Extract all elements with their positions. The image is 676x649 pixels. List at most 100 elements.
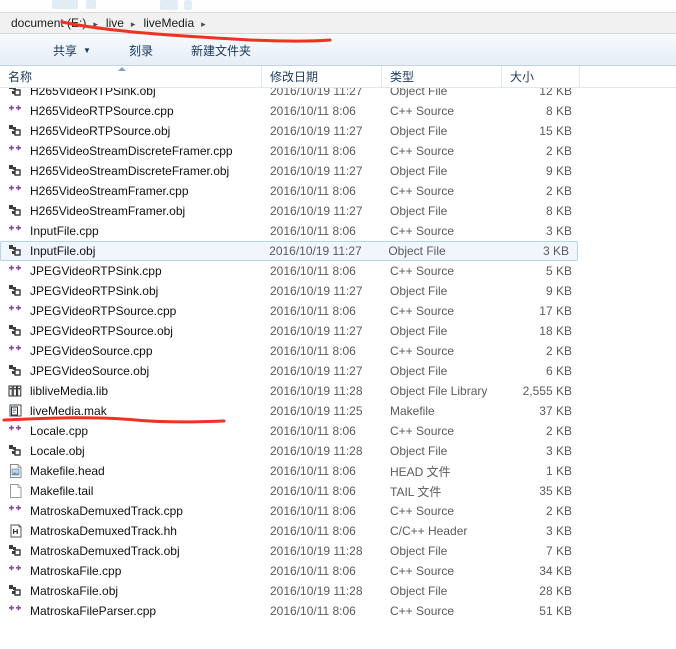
file-row[interactable]: libliveMedia.lib 2016/10/19 11:28 Object F…	[0, 381, 676, 401]
file-name-cell[interactable]: H265VideoStreamDiscreteFramer.obj	[0, 163, 262, 179]
file-name-cell[interactable]: JPEGVideoSource.cpp	[0, 343, 262, 359]
file-name-cell[interactable]: JPEGVideoSource.obj	[0, 363, 262, 379]
file-name-cell[interactable]: MatroskaFile.cpp	[0, 563, 262, 579]
file-name-label: H265VideoRTPSink.obj	[30, 88, 156, 98]
file-name-cell[interactable]: Makefile.tail	[0, 483, 262, 499]
file-date-cell: 2016/10/19 11:27	[269, 244, 362, 258]
column-header-size[interactable]: 大小	[502, 66, 580, 88]
chevron-down-icon[interactable]: ▼	[83, 47, 91, 55]
chevron-right-icon[interactable]: ▸	[201, 19, 206, 29]
file-row[interactable]: MatroskaFileParser.cpp 2016/10/11 8:06 C++…	[0, 601, 676, 621]
file-date-cell: 2016/10/19 11:28	[270, 384, 363, 398]
file-row[interactable]: JPEGVideoRTPSink.cpp 2016/10/11 8:06 C++ S…	[0, 261, 676, 281]
file-name-cell[interactable]: liveMedia.mak	[0, 403, 262, 419]
file-row[interactable]: Makefile.head 2016/10/11 8:06 HEAD 文件 1 KB	[0, 461, 676, 481]
chevron-right-icon[interactable]: ▸	[93, 19, 98, 29]
file-row[interactable]: MatroskaDemuxedTrack.obj 2016/10/19 11:28…	[0, 541, 676, 561]
file-type-cell: Object File	[390, 124, 448, 138]
file-row[interactable]: MatroskaDemuxedTrack.hh 2016/10/11 8:06 C/…	[0, 521, 676, 541]
file-name-cell[interactable]: JPEGVideoRTPSource.cpp	[0, 303, 262, 319]
blank-document-icon	[8, 483, 24, 499]
file-name-label: libliveMedia.lib	[30, 384, 109, 398]
breadcrumb-item-livemedia[interactable]: liveMedia	[140, 15, 197, 31]
file-name-cell[interactable]: Locale.cpp	[0, 423, 262, 439]
file-name-cell[interactable]: Makefile.head	[0, 463, 262, 479]
file-name-cell[interactable]: H265VideoRTPSink.obj	[0, 88, 262, 99]
file-size-cell: 18 KB	[539, 324, 572, 338]
column-header-name[interactable]: 名称	[0, 66, 262, 88]
file-name-cell[interactable]: H265VideoRTPSource.cpp	[0, 103, 262, 119]
file-list[interactable]: H265VideoRTPSink.obj 2016/10/19 11:27 Obje…	[0, 88, 676, 649]
breadcrumb-item-live[interactable]: live	[103, 15, 127, 31]
chrome-artifact	[86, 0, 96, 9]
file-name-label: JPEGVideoRTPSource.cpp	[30, 304, 177, 318]
file-name-cell[interactable]: MatroskaDemuxedTrack.cpp	[0, 503, 262, 519]
chrome-artifact	[52, 0, 78, 9]
file-row[interactable]: H265VideoStreamDiscreteFramer.obj 2016/10…	[0, 161, 676, 181]
library-file-icon	[8, 383, 24, 399]
file-name-cell[interactable]: H265VideoStreamFramer.cpp	[0, 183, 262, 199]
file-name-cell[interactable]: libliveMedia.lib	[0, 383, 262, 399]
file-name-cell[interactable]: MatroskaDemuxedTrack.obj	[0, 543, 262, 559]
file-name-cell[interactable]: JPEGVideoRTPSource.obj	[0, 323, 262, 339]
file-row[interactable]: InputFile.cpp 2016/10/11 8:06 C++ Source 3 …	[0, 221, 676, 241]
file-row[interactable]: H265VideoRTPSource.obj 2016/10/19 11:27 Ob…	[0, 121, 676, 141]
cpp-source-icon	[8, 263, 24, 279]
file-row[interactable]: H265VideoStreamFramer.obj 2016/10/19 11:2…	[0, 201, 676, 221]
breadcrumb-item-drive[interactable]: document (E:)	[8, 15, 89, 31]
file-type-cell: C/C++ Header	[390, 524, 468, 538]
file-row[interactable]: H265VideoRTPSource.cpp 2016/10/11 8:06 C++…	[0, 101, 676, 121]
file-name-cell[interactable]: MatroskaFile.obj	[0, 583, 262, 599]
cpp-source-icon	[8, 503, 24, 519]
file-row[interactable]: JPEGVideoSource.obj 2016/10/19 11:27 Objec…	[0, 361, 676, 381]
file-date-cell: 2016/10/11 8:06	[270, 524, 356, 538]
file-row[interactable]: JPEGVideoRTPSource.obj 2016/10/19 11:27 Ob…	[0, 321, 676, 341]
file-name-cell[interactable]: H265VideoRTPSource.obj	[0, 123, 262, 139]
file-row[interactable]: JPEGVideoRTPSource.cpp 2016/10/11 8:06 C++…	[0, 301, 676, 321]
obj-file-icon	[8, 123, 24, 139]
address-bar[interactable]: document (E:) ▸ live ▸ liveMedia ▸	[0, 12, 676, 34]
new-folder-button[interactable]: 新建文件夹	[186, 39, 256, 62]
file-size-cell: 2 KB	[545, 424, 572, 438]
file-name-cell[interactable]: InputFile.cpp	[0, 223, 262, 239]
file-row-selected[interactable]: InputFile.obj 2016/10/19 11:27 Object File…	[0, 241, 578, 261]
toolbar: 共享 ▼ 刻录 新建文件夹	[0, 35, 676, 66]
file-name-label: InputFile.cpp	[30, 224, 99, 238]
file-date-cell: 2016/10/11 8:06	[270, 424, 356, 438]
file-name-cell[interactable]: Locale.obj	[0, 443, 262, 459]
file-date-cell: 2016/10/11 8:06	[270, 144, 356, 158]
file-type-cell: Object File	[390, 444, 448, 458]
chevron-right-icon[interactable]: ▸	[131, 19, 136, 29]
file-name-label: H265VideoStreamFramer.obj	[30, 204, 186, 218]
burn-button[interactable]: 刻录	[124, 39, 158, 62]
column-header-type[interactable]: 类型	[382, 66, 502, 88]
column-header-blank[interactable]	[580, 66, 676, 88]
column-header-date[interactable]: 修改日期	[262, 66, 382, 88]
file-name-cell[interactable]: MatroskaDemuxedTrack.hh	[0, 523, 262, 539]
file-row[interactable]: MatroskaDemuxedTrack.cpp 2016/10/11 8:06 C…	[0, 501, 676, 521]
file-size-cell: 3 KB	[542, 244, 569, 258]
file-date-cell: 2016/10/19 11:27	[270, 284, 363, 298]
file-name-cell[interactable]: H265VideoStreamFramer.obj	[0, 203, 262, 219]
file-type-cell: C++ Source	[390, 344, 455, 358]
file-name-cell[interactable]: MatroskaFileParser.cpp	[0, 603, 262, 619]
share-button[interactable]: 共享 ▼	[48, 39, 96, 62]
file-row[interactable]: Locale.obj 2016/10/19 11:28 Object File 3 K…	[0, 441, 676, 461]
file-row[interactable]: H265VideoStreamFramer.cpp 2016/10/11 8:06…	[0, 181, 676, 201]
file-row[interactable]: H265VideoStreamDiscreteFramer.cpp 2016/10…	[0, 141, 676, 161]
file-row[interactable]: liveMedia.mak 2016/10/19 11:25 Makefile 37 …	[0, 401, 676, 421]
file-row[interactable]: JPEGVideoRTPSink.obj 2016/10/19 11:27 Obje…	[0, 281, 676, 301]
file-row[interactable]: JPEGVideoSource.cpp 2016/10/11 8:06 C++ So…	[0, 341, 676, 361]
file-row[interactable]: MatroskaFile.cpp 2016/10/11 8:06 C++ Sourc…	[0, 561, 676, 581]
file-name-cell[interactable]: InputFile.obj	[1, 243, 261, 259]
file-row[interactable]: MatroskaFile.obj 2016/10/19 11:28 Object F…	[0, 581, 676, 601]
file-name-cell[interactable]: H265VideoStreamDiscreteFramer.cpp	[0, 143, 262, 159]
file-row[interactable]: Locale.cpp 2016/10/11 8:06 C++ Source 2 KB	[0, 421, 676, 441]
file-row[interactable]: H265VideoRTPSink.obj 2016/10/19 11:27 Obje…	[0, 88, 676, 101]
file-name-cell[interactable]: JPEGVideoRTPSink.cpp	[0, 263, 262, 279]
file-name-cell[interactable]: JPEGVideoRTPSink.obj	[0, 283, 262, 299]
file-type-cell: HEAD 文件	[390, 464, 451, 479]
file-size-cell: 51 KB	[539, 604, 572, 618]
file-date-cell: 2016/10/11 8:06	[270, 344, 356, 358]
file-row[interactable]: Makefile.tail 2016/10/11 8:06 TAIL 文件 35 KB	[0, 481, 676, 501]
